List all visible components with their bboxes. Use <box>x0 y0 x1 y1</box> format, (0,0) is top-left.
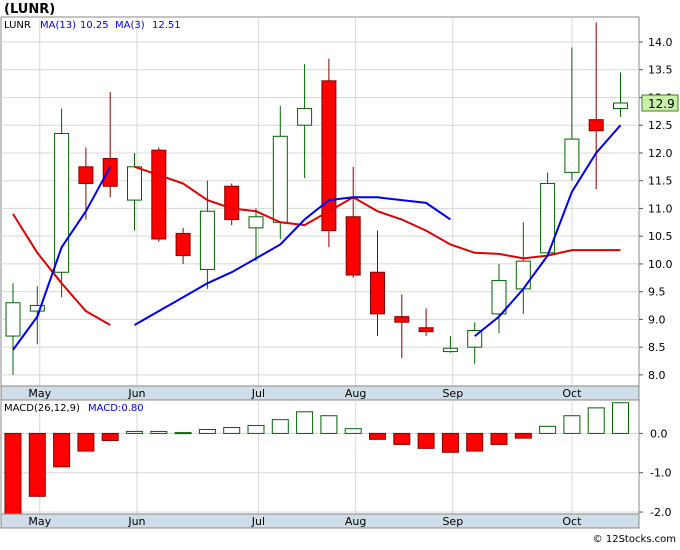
last-price-label: 12.9 <box>648 97 675 111</box>
chart-root: 8.08.59.09.510.010.511.011.512.012.513.0… <box>0 0 680 546</box>
macd-x-tick-label: Sep <box>442 515 463 528</box>
macd-legend-entry: MACD(26,12,9) <box>4 403 80 414</box>
macd-bar <box>271 419 289 434</box>
macd-bar <box>514 432 532 439</box>
candle-body <box>151 149 167 240</box>
macd-bar <box>587 407 605 434</box>
macd-y-tick-label: -1.0 <box>650 467 671 480</box>
price-legend-entry: 12.51 <box>152 20 181 31</box>
price-x-tick-label: Jul <box>251 387 265 400</box>
price-x-tick-label: Aug <box>345 387 366 400</box>
macd-y-tick-label: 0.0 <box>650 427 668 440</box>
candle-body <box>564 138 580 173</box>
candle-body <box>224 185 240 221</box>
macd-bar <box>369 432 386 440</box>
candle-body <box>370 271 385 315</box>
candle-body <box>418 327 434 333</box>
macd-bar <box>247 425 265 434</box>
macd-bar <box>466 432 484 452</box>
macd-x-tick-label: Oct <box>562 515 582 528</box>
price-y-tick-label: 14.0 <box>648 36 673 49</box>
macd-bar <box>174 432 192 435</box>
price-y-tick-label: 10.5 <box>648 230 673 243</box>
macd-bar <box>612 402 629 434</box>
macd-bar <box>101 432 119 441</box>
price-legend: LUNR MA(13) 10.25 MA(3) 12.51 <box>4 20 181 31</box>
candle-body <box>345 216 361 276</box>
macd-x-tick-label: Jul <box>251 515 265 528</box>
price-y-tick-label: 12.5 <box>648 119 673 132</box>
price-y-tick-label: 8.0 <box>648 369 666 382</box>
macd-x-tick-label: Jun <box>127 515 145 528</box>
macd-bar <box>296 411 314 434</box>
macd-bar <box>563 415 581 434</box>
candle-body <box>442 347 458 353</box>
macd-bar <box>223 427 241 434</box>
macd-bar <box>539 425 557 434</box>
macd-x-tick-label: Aug <box>345 515 366 528</box>
price-y-tick-label: 9.5 <box>648 286 666 299</box>
macd-bar <box>28 432 46 497</box>
last-price-badge: 12.9 <box>641 94 679 112</box>
macd-bar <box>77 432 95 452</box>
candle-body <box>394 316 410 323</box>
candle-body <box>515 260 531 290</box>
candle-body <box>588 119 604 132</box>
macd-x-axis-strip <box>0 513 640 529</box>
macd-bar <box>126 430 143 434</box>
candle-body <box>102 157 118 187</box>
price-y-tick-label: 13.5 <box>648 64 673 77</box>
price-x-tick-label: May <box>28 387 51 400</box>
macd-legend-entry: MACD:0.80 <box>88 403 144 414</box>
macd-y-tick-label: -2.0 <box>650 506 671 519</box>
price-y-tick-label: 12.0 <box>648 147 673 160</box>
price-y-tick-label: 8.5 <box>648 341 666 354</box>
candle-body <box>78 166 94 184</box>
macd-panel <box>0 399 640 515</box>
macd-bar <box>393 432 411 445</box>
macd-bar <box>53 432 71 468</box>
candle-body <box>29 305 45 312</box>
macd-x-tick-label: May <box>28 515 51 528</box>
price-x-tick-label: Sep <box>442 387 463 400</box>
macd-bar <box>198 428 216 434</box>
price-y-tick-label: 11.0 <box>648 202 673 215</box>
candle-body <box>297 108 313 126</box>
candle-body <box>248 216 264 229</box>
price-y-tick-label: 10.0 <box>648 258 673 271</box>
macd-bar <box>490 432 508 445</box>
macd-bar <box>441 432 459 453</box>
price-legend-entry: 10.25 <box>80 20 109 31</box>
candle-body <box>491 280 507 315</box>
price-x-tick-label: Jun <box>127 387 145 400</box>
macd-bar <box>150 430 168 434</box>
price-y-tick-label: 9.0 <box>648 313 666 326</box>
price-legend-entry: MA(13) <box>40 20 76 31</box>
candle-body <box>54 133 70 273</box>
chart-title: (LUNR) <box>4 2 55 17</box>
candle-body <box>127 166 142 201</box>
candle-body <box>5 302 21 337</box>
macd-legend: MACD(26,12,9) MACD:0.80 <box>4 403 144 414</box>
candle-body <box>175 232 191 257</box>
price-legend-entry: MA(3) <box>115 20 145 31</box>
stock-chart: 8.08.59.09.510.010.511.011.512.012.513.0… <box>0 0 680 546</box>
candle-body <box>613 102 628 110</box>
macd-bar <box>320 415 338 434</box>
price-x-axis-strip <box>0 385 640 401</box>
candle-body <box>199 210 215 270</box>
price-x-tick-label: Oct <box>562 387 582 400</box>
macd-bar <box>4 432 22 515</box>
macd-bar <box>344 428 362 434</box>
candle-body <box>272 135 288 223</box>
price-y-tick-label: 11.5 <box>648 175 673 188</box>
price-legend-entry: LUNR <box>4 20 31 31</box>
watermark: © 12Stocks.com <box>593 534 676 545</box>
macd-bar <box>417 432 435 449</box>
